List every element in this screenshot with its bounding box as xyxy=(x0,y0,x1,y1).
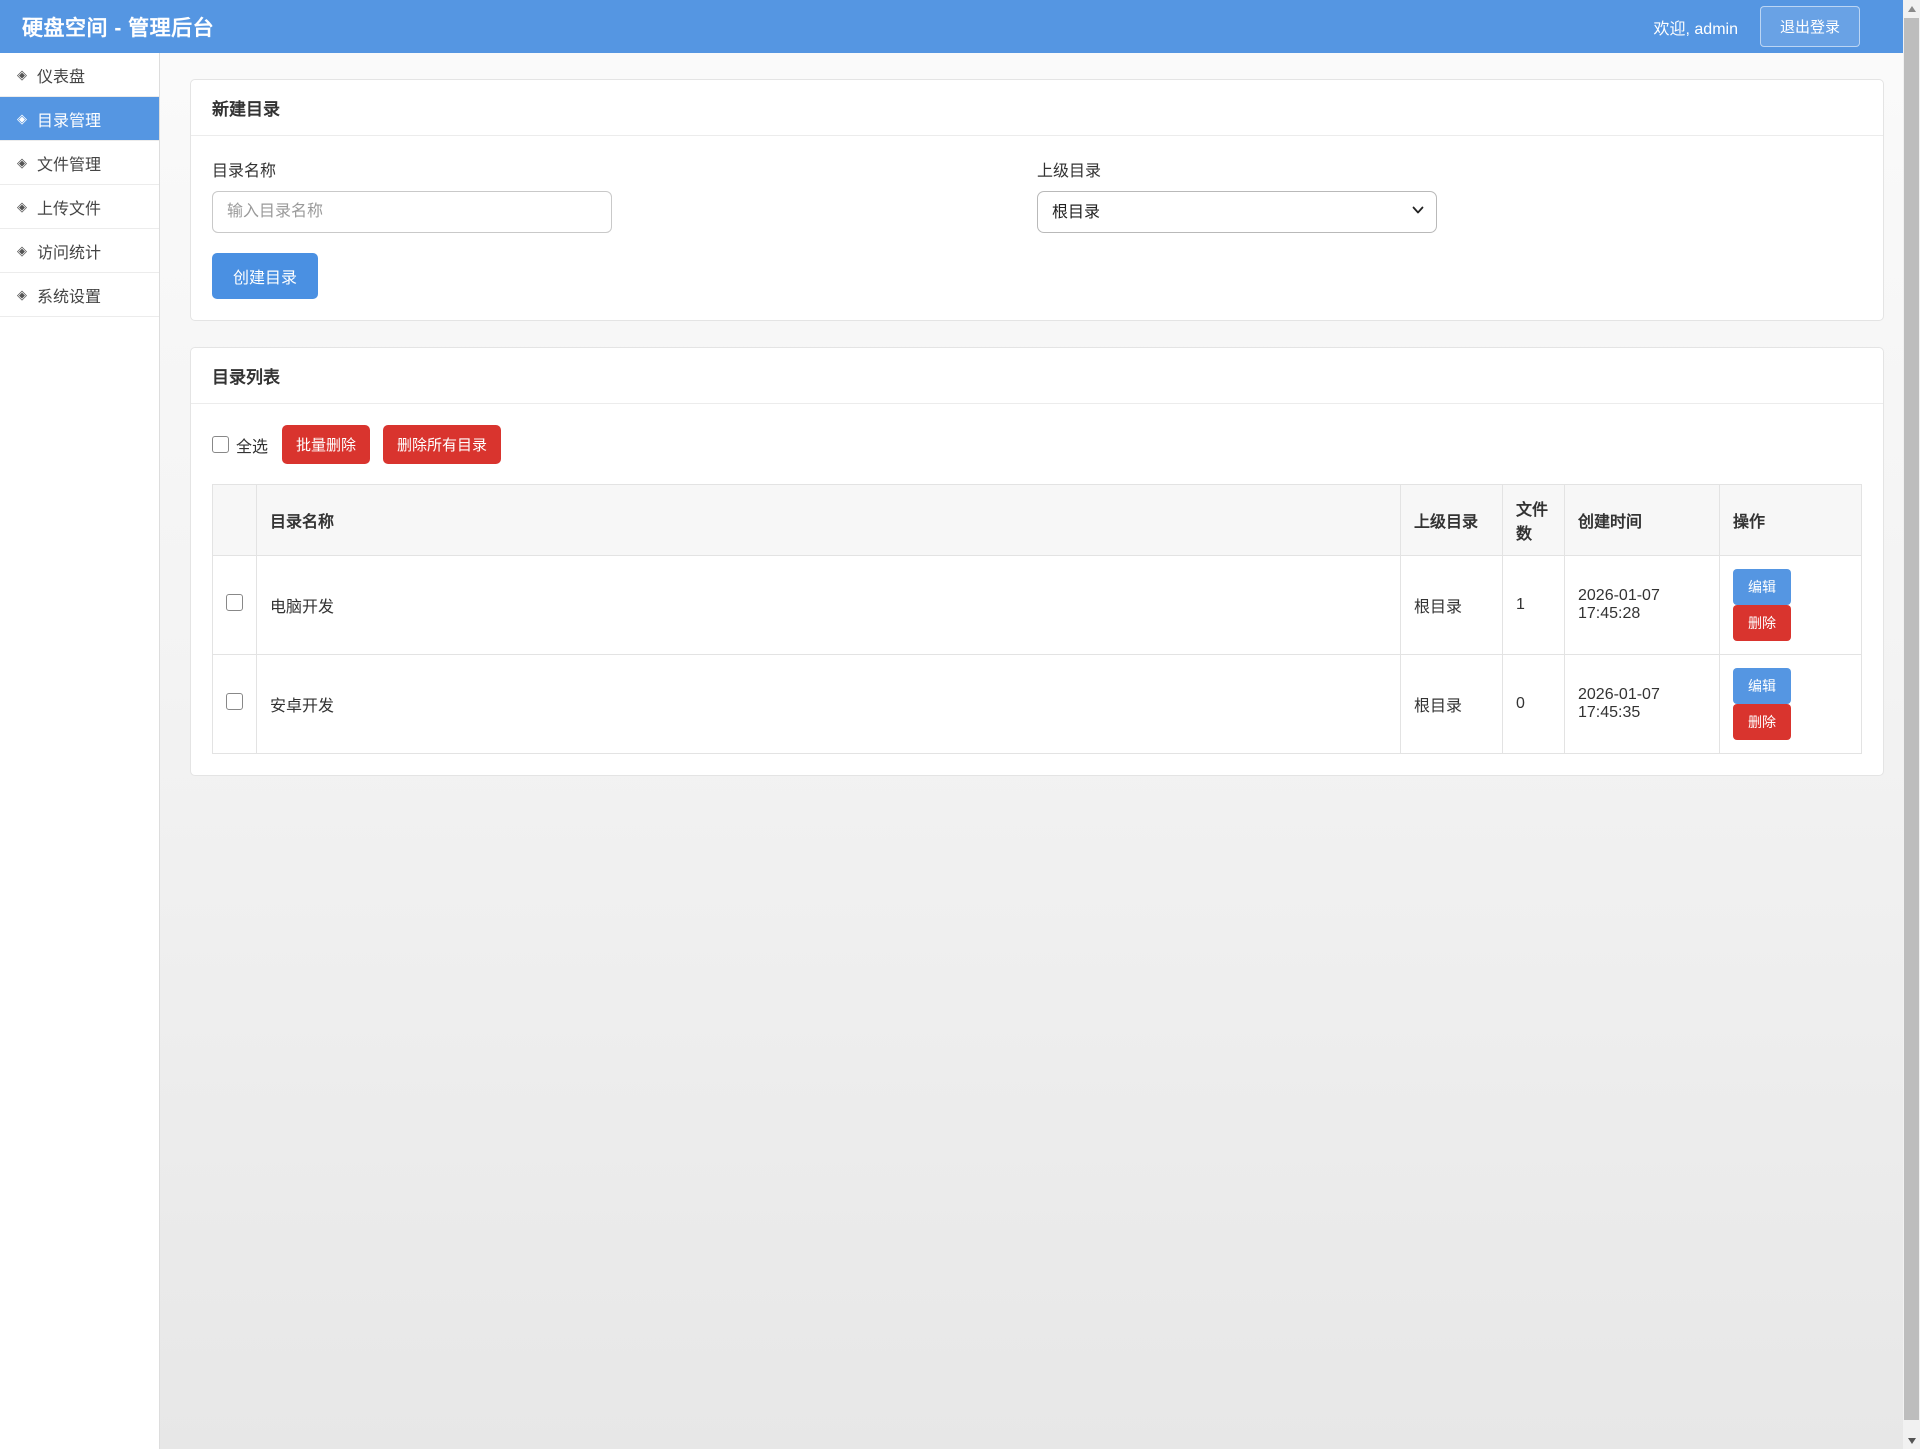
select-all-label: 全选 xyxy=(236,433,268,457)
edit-button[interactable]: 编辑 xyxy=(1733,569,1791,605)
welcome-text: 欢迎, admin xyxy=(1654,15,1738,39)
directory-list-card: 目录列表 全选 批量删除 删除所有目录 目录名称 上级目录 文 xyxy=(190,347,1884,776)
diamond-icon: ◈ xyxy=(17,68,27,81)
diamond-icon: ◈ xyxy=(17,288,27,301)
cell-created-time: 2026-01-07 17:45:28 xyxy=(1565,556,1720,655)
list-card-title: 目录列表 xyxy=(191,348,1883,404)
cell-created-time: 2026-01-07 17:45:35 xyxy=(1565,655,1720,754)
cell-file-count: 0 xyxy=(1503,655,1565,754)
sidebar-item-label: 系统设置 xyxy=(37,283,101,307)
app-title: 硬盘空间 - 管理后台 xyxy=(22,12,214,42)
create-card-title: 新建目录 xyxy=(191,80,1883,136)
table-row: 安卓开发 根目录 0 2026-01-07 17:45:35 编辑 删除 xyxy=(213,655,1862,754)
sidebar-item-label: 上传文件 xyxy=(37,195,101,219)
header-checkbox-cell xyxy=(213,485,257,556)
sidebar: ◈ 仪表盘 ◈ 目录管理 ◈ 文件管理 ◈ 上传文件 ◈ 访问统计 ◈ 系统设置 xyxy=(0,53,160,1449)
logout-button[interactable]: 退出登录 xyxy=(1760,6,1860,47)
cell-directory-name: 电脑开发 xyxy=(257,556,1401,655)
create-directory-card: 新建目录 目录名称 上级目录 根目录 创建目录 xyxy=(190,79,1884,321)
sidebar-item-dashboard[interactable]: ◈ 仪表盘 xyxy=(0,53,159,97)
select-all-checkbox[interactable] xyxy=(212,436,229,453)
edit-button[interactable]: 编辑 xyxy=(1733,668,1791,704)
delete-button[interactable]: 删除 xyxy=(1733,605,1791,641)
vertical-scrollbar[interactable] xyxy=(1903,0,1920,1449)
row-checkbox[interactable] xyxy=(226,594,243,611)
row-checkbox[interactable] xyxy=(226,693,243,710)
sidebar-item-label: 访问统计 xyxy=(37,239,101,263)
diamond-icon: ◈ xyxy=(17,156,27,169)
sidebar-item-upload-file[interactable]: ◈ 上传文件 xyxy=(0,185,159,229)
sidebar-item-file-management[interactable]: ◈ 文件管理 xyxy=(0,141,159,185)
directory-table: 目录名称 上级目录 文件数 创建时间 操作 电脑开发 根目录 1 2026-01… xyxy=(212,484,1862,754)
sidebar-item-label: 仪表盘 xyxy=(37,63,85,87)
directory-name-label: 目录名称 xyxy=(212,157,1037,181)
cell-parent-directory: 根目录 xyxy=(1401,655,1503,754)
diamond-icon: ◈ xyxy=(17,200,27,213)
delete-button[interactable]: 删除 xyxy=(1733,704,1791,740)
create-directory-button[interactable]: 创建目录 xyxy=(212,253,318,299)
cell-file-count: 1 xyxy=(1503,556,1565,655)
sidebar-item-access-stats[interactable]: ◈ 访问统计 xyxy=(0,229,159,273)
sidebar-item-directory-management[interactable]: ◈ 目录管理 xyxy=(0,97,159,141)
cell-parent-directory: 根目录 xyxy=(1401,556,1503,655)
diamond-icon: ◈ xyxy=(17,112,27,125)
sidebar-item-label: 目录管理 xyxy=(37,107,101,131)
col-header-actions: 操作 xyxy=(1720,485,1862,556)
table-row: 电脑开发 根目录 1 2026-01-07 17:45:28 编辑 删除 xyxy=(213,556,1862,655)
directory-name-input[interactable] xyxy=(212,191,612,233)
top-header: 硬盘空间 - 管理后台 欢迎, admin 退出登录 xyxy=(0,0,1920,53)
scrollbar-thumb[interactable] xyxy=(1904,18,1919,1420)
scroll-up-icon[interactable] xyxy=(1903,0,1920,17)
sidebar-item-system-settings[interactable]: ◈ 系统设置 xyxy=(0,273,159,317)
cell-directory-name: 安卓开发 xyxy=(257,655,1401,754)
sidebar-item-label: 文件管理 xyxy=(37,151,101,175)
parent-directory-label: 上级目录 xyxy=(1037,157,1862,181)
col-header-filecount: 文件数 xyxy=(1503,485,1565,556)
diamond-icon: ◈ xyxy=(17,244,27,257)
parent-directory-select[interactable]: 根目录 xyxy=(1037,191,1437,233)
col-header-parent: 上级目录 xyxy=(1401,485,1503,556)
delete-all-button[interactable]: 删除所有目录 xyxy=(383,425,501,464)
col-header-created: 创建时间 xyxy=(1565,485,1720,556)
main-content: 新建目录 目录名称 上级目录 根目录 创建目录 xyxy=(160,53,1920,1449)
scroll-down-icon[interactable] xyxy=(1903,1432,1920,1449)
batch-delete-button[interactable]: 批量删除 xyxy=(282,425,370,464)
table-header-row: 目录名称 上级目录 文件数 创建时间 操作 xyxy=(213,485,1862,556)
col-header-name: 目录名称 xyxy=(257,485,1401,556)
